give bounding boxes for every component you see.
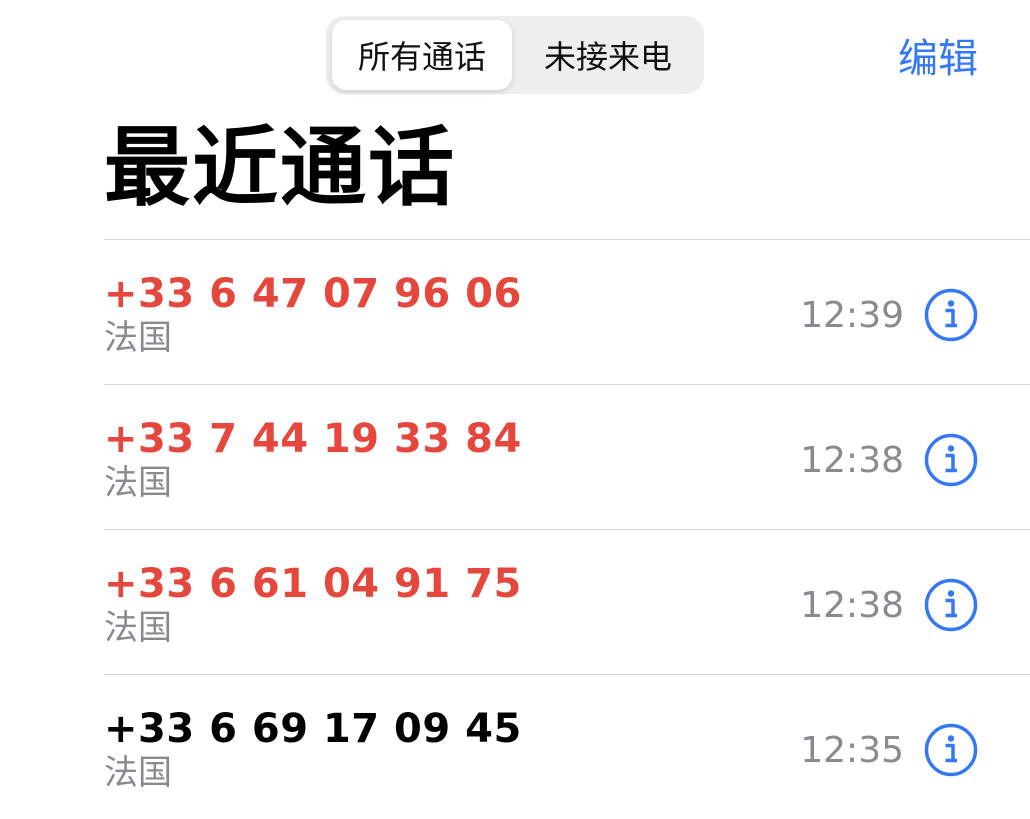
call-row[interactable]: +33 6 47 07 96 06 法国 12:39 xyxy=(104,239,1030,384)
call-location: 法国 xyxy=(104,318,172,358)
call-row[interactable]: +33 7 44 19 33 84 法国 12:38 xyxy=(104,384,1030,529)
call-number: +33 6 47 07 96 06 xyxy=(104,271,522,317)
call-time: 12:35 xyxy=(800,730,904,771)
call-filter-segmented-control: 所有通话 未接来电 xyxy=(326,16,704,94)
segment-all-calls[interactable]: 所有通话 xyxy=(332,20,512,90)
recent-calls-list: +33 6 47 07 96 06 法国 12:39 +33 7 44 19 3… xyxy=(104,239,1030,819)
call-location: 法国 xyxy=(104,463,172,503)
call-number: +33 6 61 04 91 75 xyxy=(104,561,522,607)
call-time: 12:38 xyxy=(800,440,904,481)
info-icon[interactable] xyxy=(924,433,978,487)
edit-button[interactable]: 编辑 xyxy=(898,26,978,84)
info-icon[interactable] xyxy=(924,288,978,342)
call-number: +33 6 69 17 09 45 xyxy=(104,706,522,752)
call-row[interactable]: +33 6 69 17 09 45 法国 12:35 xyxy=(104,674,1030,819)
call-row[interactable]: +33 6 61 04 91 75 法国 12:38 xyxy=(104,529,1030,674)
call-time: 12:38 xyxy=(800,585,904,626)
info-icon[interactable] xyxy=(924,578,978,632)
info-icon[interactable] xyxy=(924,723,978,777)
call-location: 法国 xyxy=(104,753,172,793)
segment-missed-calls[interactable]: 未接来电 xyxy=(516,20,700,90)
call-location: 法国 xyxy=(104,608,172,648)
call-time: 12:39 xyxy=(800,295,904,336)
page-title: 最近通话 xyxy=(104,118,456,218)
call-number: +33 7 44 19 33 84 xyxy=(104,416,522,462)
